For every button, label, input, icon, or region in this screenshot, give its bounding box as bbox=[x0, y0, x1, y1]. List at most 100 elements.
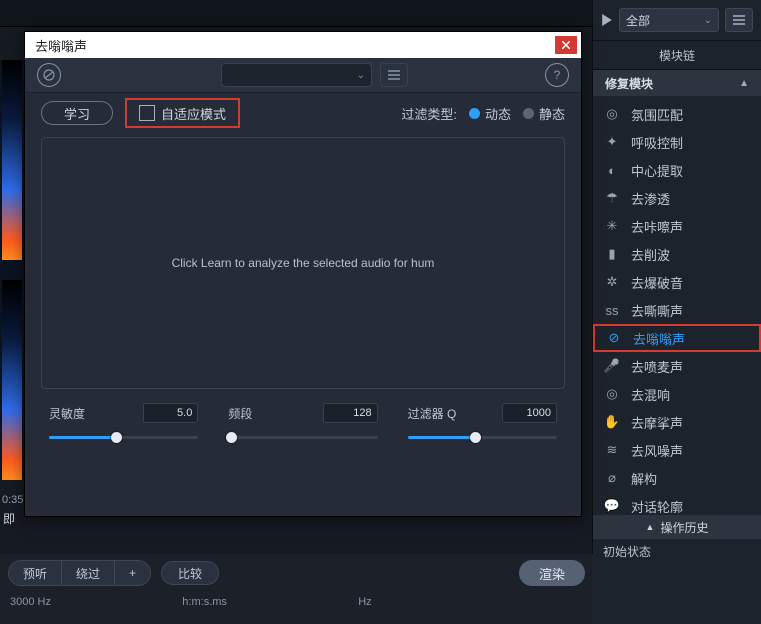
module-label: 去摩挲声 bbox=[631, 413, 683, 432]
module-label: 去嘶嘶声 bbox=[631, 301, 683, 320]
sliders-row: 灵敏度 5.0 频段 128 过滤器 Q 1000 bbox=[25, 399, 581, 447]
filter-static-radio[interactable]: 静态 bbox=[523, 104, 565, 123]
bands-track[interactable] bbox=[228, 431, 377, 443]
module-label: 去削波 bbox=[631, 245, 670, 264]
module-item-9[interactable]: 🎤去喷麦声 bbox=[593, 352, 761, 380]
module-item-6[interactable]: ✲ 去爆破音 bbox=[593, 268, 761, 296]
waveform-ticks bbox=[0, 0, 593, 26]
adaptive-mode-checkbox[interactable]: 自适应模式 bbox=[125, 98, 240, 128]
dialog-titlebar: 去嗡嗡声 bbox=[25, 32, 581, 58]
filter-type-label: 过滤类型: bbox=[401, 104, 457, 123]
spectrogram-thumbs bbox=[0, 60, 24, 480]
help-icon[interactable]: ? bbox=[545, 63, 569, 87]
status-hz-left: 3000 Hz bbox=[10, 596, 51, 608]
history-item[interactable]: 初始状态 bbox=[593, 539, 761, 564]
collapse-icon: ▲ bbox=[739, 78, 749, 89]
preset-dropdown[interactable]: ⌄ bbox=[221, 63, 372, 87]
slider-thumb-icon[interactable] bbox=[111, 432, 122, 443]
module-icon: ✋ bbox=[603, 414, 621, 430]
compare-button[interactable]: 比较 bbox=[161, 561, 219, 585]
status-hms: h:m:s.ms bbox=[182, 596, 227, 608]
module-item-2[interactable]: ◐ 中心提取 bbox=[593, 156, 761, 184]
filterq-value[interactable]: 1000 bbox=[502, 403, 557, 423]
module-chain-header[interactable]: 模块链 bbox=[593, 41, 761, 70]
module-label: 去混响 bbox=[631, 385, 670, 404]
module-label: 去嗡嗡声 bbox=[633, 329, 685, 348]
filter-static-label: 静态 bbox=[539, 104, 565, 123]
sensitivity-slider: 灵敏度 5.0 bbox=[49, 403, 198, 443]
module-icon: ◐ bbox=[603, 163, 621, 178]
sensitivity-track[interactable] bbox=[49, 431, 198, 443]
radio-dot-icon bbox=[469, 108, 480, 119]
filterq-track[interactable] bbox=[408, 431, 557, 443]
slider-thumb-icon[interactable] bbox=[470, 432, 481, 443]
list-menu-button[interactable] bbox=[725, 8, 753, 32]
module-label: 去咔嚓声 bbox=[631, 217, 683, 236]
history-header-label: 操作历史 bbox=[660, 519, 708, 536]
render-button[interactable]: 渲染 bbox=[519, 560, 585, 586]
module-label: 去风噪声 bbox=[631, 441, 683, 460]
module-icon[interactable] bbox=[37, 63, 61, 87]
module-icon: 🎤 bbox=[603, 358, 621, 374]
module-icon: ss bbox=[603, 303, 621, 318]
module-icon: ✦ bbox=[603, 134, 621, 150]
module-item-3[interactable]: ☂ 去渗透 bbox=[593, 184, 761, 212]
category-dropdown-label: 全部 bbox=[626, 12, 650, 29]
history-section: ▲ 操作历史 初始状态 bbox=[593, 515, 761, 564]
learn-button[interactable]: 学习 bbox=[41, 101, 113, 125]
category-dropdown[interactable]: 全部 ⌄ bbox=[619, 8, 719, 32]
repair-modules-header[interactable]: 修复模块 ▲ bbox=[593, 70, 761, 96]
module-item-13[interactable]: ⌀解构 bbox=[593, 464, 761, 492]
history-header[interactable]: ▲ 操作历史 bbox=[593, 515, 761, 539]
module-label: 去渗透 bbox=[631, 189, 670, 208]
status-hz-right: Hz bbox=[358, 596, 371, 608]
bypass-button[interactable]: 绕过 bbox=[62, 561, 115, 585]
module-label: 氛围匹配 bbox=[631, 105, 683, 124]
module-list: ◎ 氛围匹配 ✦ 呼吸控制 ◐ 中心提取 ☂ 去渗透 ✳ 去咔嚓声 ▮ 去削波 ✲ 去爆破音 ss 去嘶嘶声 ⊘… bbox=[593, 96, 761, 524]
dialog-title: 去嗡嗡声 bbox=[35, 36, 87, 55]
module-icon: ☂ bbox=[603, 190, 621, 206]
status-bar: 预听 绕过 + 比较 渲染 3000 Hz h:m:s.ms Hz bbox=[0, 554, 593, 624]
module-item-10[interactable]: ◎ 去混响 bbox=[593, 380, 761, 408]
sensitivity-value[interactable]: 5.0 bbox=[143, 403, 198, 423]
module-item-1[interactable]: ✦ 呼吸控制 bbox=[593, 128, 761, 156]
play-icon[interactable] bbox=[601, 14, 613, 26]
graph-hint: Click Learn to analyze the selected audi… bbox=[172, 256, 435, 270]
slider-thumb-icon[interactable] bbox=[226, 432, 237, 443]
module-icon: ✳ bbox=[603, 218, 621, 234]
bands-label: 频段 bbox=[228, 405, 252, 422]
module-label: 解构 bbox=[631, 469, 657, 488]
module-icon: ▮ bbox=[603, 246, 621, 262]
preview-button[interactable]: 预听 bbox=[9, 561, 62, 585]
waveform-ruler bbox=[0, 0, 593, 27]
spectro-thumb-1 bbox=[2, 60, 22, 260]
module-icon: ◎ bbox=[603, 386, 621, 402]
time-code: 0:35 bbox=[2, 494, 23, 506]
module-item-5[interactable]: ▮ 去削波 bbox=[593, 240, 761, 268]
module-icon: ◎ bbox=[603, 106, 621, 122]
preset-menu-button[interactable] bbox=[380, 63, 408, 87]
module-item-0[interactable]: ◎ 氛围匹配 bbox=[593, 100, 761, 128]
preview-button-group: 预听 绕过 + bbox=[8, 560, 151, 586]
spectro-thumb-2 bbox=[2, 280, 22, 480]
module-item-7[interactable]: ss 去嘶嘶声 bbox=[593, 296, 761, 324]
add-button[interactable]: + bbox=[115, 561, 150, 585]
module-icon: ⊘ bbox=[605, 330, 623, 346]
filterq-slider: 过滤器 Q 1000 bbox=[408, 403, 557, 443]
de-hum-dialog: 去嗡嗡声 ⌄ ? 学习 自适应模式 过滤类型: 动态 静态 bbox=[24, 31, 582, 517]
filter-dynamic-label: 动态 bbox=[485, 104, 511, 123]
module-item-4[interactable]: ✳ 去咔嚓声 bbox=[593, 212, 761, 240]
module-icon: ✲ bbox=[603, 274, 621, 290]
module-icon: 💬 bbox=[603, 498, 621, 514]
right-panel: 全部 ⌄ 模块链 修复模块 ▲ ◎ 氛围匹配 ✦ 呼吸控制 ◐ 中心提取 ☂ 去渗透 ✳ 去咔嚓声… bbox=[592, 0, 761, 624]
module-label: 呼吸控制 bbox=[631, 133, 683, 152]
close-button[interactable] bbox=[555, 36, 577, 54]
module-item-11[interactable]: ✋ 去摩挲声 bbox=[593, 408, 761, 436]
module-label: 中心提取 bbox=[631, 161, 683, 180]
module-icon: ≋ bbox=[603, 442, 621, 458]
bands-value[interactable]: 128 bbox=[323, 403, 378, 423]
filter-dynamic-radio[interactable]: 动态 bbox=[469, 104, 511, 123]
module-label: 去爆破音 bbox=[631, 273, 683, 292]
module-item-8[interactable]: ⊘ 去嗡嗡声 bbox=[593, 324, 761, 352]
module-item-12[interactable]: ≋ 去风噪声 bbox=[593, 436, 761, 464]
